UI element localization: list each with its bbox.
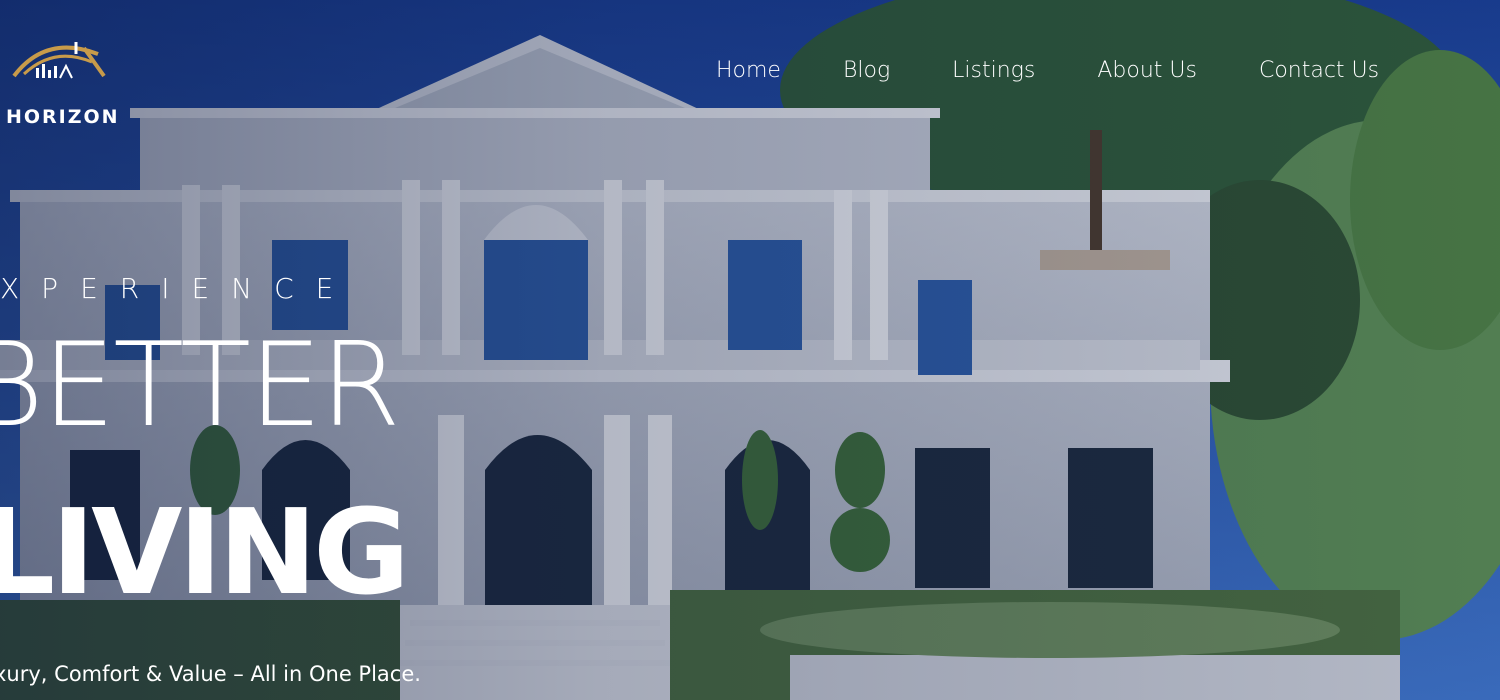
main-nav: Home Blog Listings About Us Contact Us — [716, 58, 1379, 83]
hero-tagline: xury, Comfort & Value – All in One Place… — [0, 662, 421, 686]
hero-headline-living: LIVING — [0, 483, 410, 621]
nav-link-about-us[interactable]: About Us — [1097, 58, 1197, 83]
house-roof-bars-logo-icon — [12, 42, 106, 79]
hero-headline-better: BETTER — [0, 318, 401, 453]
brand-logo[interactable]: HORIZON — [6, 24, 118, 128]
nav-link-home[interactable]: Home — [716, 58, 781, 83]
brand-name: HORIZON — [6, 106, 120, 128]
nav-link-listings[interactable]: Listings — [952, 58, 1035, 83]
nav-link-contact-us[interactable]: Contact Us — [1259, 58, 1379, 83]
hero-eyebrow: XPERIENCE — [0, 272, 356, 305]
nav-link-blog[interactable]: Blog — [843, 58, 890, 83]
